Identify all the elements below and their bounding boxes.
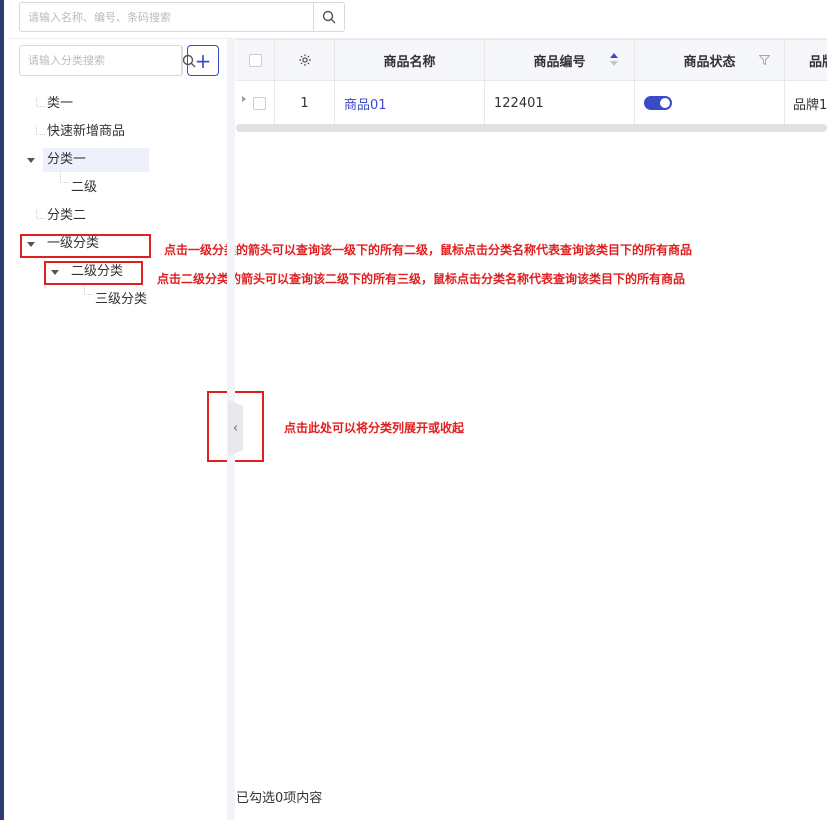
tree-node-quick-add[interactable]: 快速新增商品 — [43, 120, 129, 144]
expand-caret-icon[interactable] — [27, 158, 35, 163]
collapse-panel-toggle[interactable]: ‹ — [228, 400, 243, 456]
tree-node-level-two[interactable]: 二级 — [67, 176, 101, 200]
sort-icon[interactable] — [610, 53, 618, 66]
table-row[interactable]: 1 商品01 122401 品牌1 — [236, 81, 827, 126]
annotation-collapse: 点击此处可以将分类列展开或收起 — [284, 421, 465, 435]
header-product-name: 商品名称 — [335, 40, 485, 80]
annotation-level-two: 点击二级分类的箭头可以查询该二级下的所有三级，鼠标点击分类名称代表查询该类目下的… — [157, 272, 686, 286]
status-toggle[interactable] — [644, 96, 672, 110]
tree-node-category-one[interactable]: 分类一 — [43, 148, 149, 172]
header-select-cell — [236, 40, 275, 80]
highlight-box-level-one — [20, 234, 151, 258]
selection-count-text: 已勾选0项内容 — [236, 791, 323, 806]
gear-icon[interactable] — [298, 53, 312, 67]
row-checkbox[interactable] — [253, 96, 266, 110]
tree-node-category-two[interactable]: 分类二 — [43, 204, 90, 228]
tree-node-category[interactable]: 类一 — [43, 92, 77, 116]
product-search-box — [19, 2, 345, 32]
row-product-name-link[interactable]: 商品01 — [335, 81, 485, 125]
left-edge-bar — [0, 0, 4, 820]
chevron-left-icon: ‹ — [232, 420, 239, 436]
row-brand: 品牌1 — [793, 97, 827, 113]
product-table: 商品名称 商品编号 商品状态 品牌 1 商品01 122401 品牌1 — [236, 39, 827, 126]
filter-icon[interactable] — [759, 55, 770, 65]
horizontal-scrollbar[interactable] — [236, 124, 827, 132]
column-settings-cell — [275, 40, 335, 80]
expand-row-icon[interactable] — [242, 96, 246, 102]
search-icon — [322, 10, 336, 24]
tree-node-level-three-category[interactable]: 三级分类 — [91, 288, 151, 312]
annotation-level-one: 点击一级分类的箭头可以查询该一级下的所有二级，鼠标点击分类名称代表查询该类目下的… — [164, 243, 693, 257]
highlight-box-level-two — [44, 261, 143, 285]
plus-icon: + — [194, 48, 212, 73]
category-search-box — [19, 45, 196, 76]
add-category-button[interactable]: + — [187, 45, 219, 76]
row-select-cell — [236, 81, 275, 125]
row-index: 1 — [275, 81, 335, 125]
row-status-cell — [635, 81, 785, 125]
select-all-checkbox[interactable] — [248, 53, 262, 67]
row-product-code: 122401 — [485, 81, 635, 125]
category-search-input[interactable] — [20, 46, 181, 75]
header-product-status[interactable]: 商品状态 — [635, 40, 785, 80]
header-brand: 品牌 — [809, 54, 827, 70]
header-product-code[interactable]: 商品编号 — [485, 40, 635, 80]
product-search-input[interactable] — [20, 3, 313, 31]
table-header: 商品名称 商品编号 商品状态 品牌 — [236, 39, 827, 81]
product-search-button[interactable] — [313, 3, 344, 31]
